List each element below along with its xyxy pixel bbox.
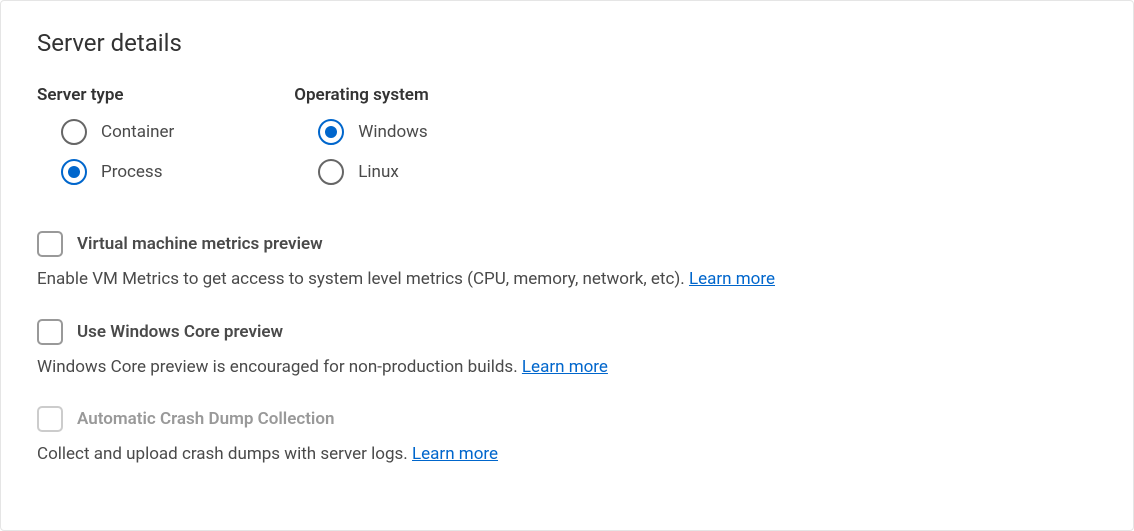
windows-core-learn-more-link[interactable]: Learn more — [522, 357, 608, 377]
radio-label: Process — [101, 162, 162, 182]
radio-groups-container: Server type Container Process Operating … — [37, 85, 1097, 199]
checkbox-row: Use Windows Core preview — [37, 319, 1097, 345]
section-title: Server details — [37, 29, 1097, 57]
crash-dump-checkbox — [37, 406, 63, 432]
description-text: Collect and upload crash dumps with serv… — [37, 444, 412, 464]
vm-metrics-label: Virtual machine metrics preview — [77, 234, 323, 254]
checkbox-row: Automatic Crash Dump Collection — [37, 406, 1097, 432]
radio-circle-icon — [61, 119, 87, 145]
checkbox-row: Virtual machine metrics preview — [37, 231, 1097, 257]
description-text: Windows Core preview is encouraged for n… — [37, 357, 522, 377]
radio-option-container[interactable]: Container — [37, 119, 174, 145]
vm-metrics-section: Virtual machine metrics preview Enable V… — [37, 231, 1097, 293]
crash-dump-description: Collect and upload crash dumps with serv… — [37, 442, 1097, 468]
radio-option-linux[interactable]: Linux — [294, 159, 428, 185]
windows-core-checkbox[interactable] — [37, 319, 63, 345]
radio-circle-icon — [318, 159, 344, 185]
operating-system-group: Operating system Windows Linux — [294, 85, 428, 199]
radio-label: Linux — [358, 162, 398, 182]
windows-core-description: Windows Core preview is encouraged for n… — [37, 355, 1097, 381]
server-details-panel: Server details Server type Container Pro… — [0, 0, 1134, 531]
crash-dump-learn-more-link[interactable]: Learn more — [412, 444, 498, 464]
operating-system-label: Operating system — [294, 85, 428, 105]
description-text: Enable VM Metrics to get access to syste… — [37, 269, 689, 289]
crash-dump-section: Automatic Crash Dump Collection Collect … — [37, 406, 1097, 468]
radio-label: Windows — [358, 122, 427, 142]
vm-metrics-checkbox[interactable] — [37, 231, 63, 257]
radio-option-process[interactable]: Process — [37, 159, 174, 185]
radio-label: Container — [101, 122, 174, 142]
radio-circle-selected-icon — [61, 159, 87, 185]
crash-dump-label: Automatic Crash Dump Collection — [77, 409, 334, 429]
windows-core-label: Use Windows Core preview — [77, 322, 283, 342]
radio-dot-icon — [325, 126, 337, 138]
windows-core-section: Use Windows Core preview Windows Core pr… — [37, 319, 1097, 381]
vm-metrics-description: Enable VM Metrics to get access to syste… — [37, 267, 1097, 293]
radio-circle-selected-icon — [318, 119, 344, 145]
radio-dot-icon — [68, 166, 80, 178]
radio-option-windows[interactable]: Windows — [294, 119, 428, 145]
server-type-group: Server type Container Process — [37, 85, 174, 199]
server-type-label: Server type — [37, 85, 174, 105]
vm-metrics-learn-more-link[interactable]: Learn more — [689, 269, 775, 289]
